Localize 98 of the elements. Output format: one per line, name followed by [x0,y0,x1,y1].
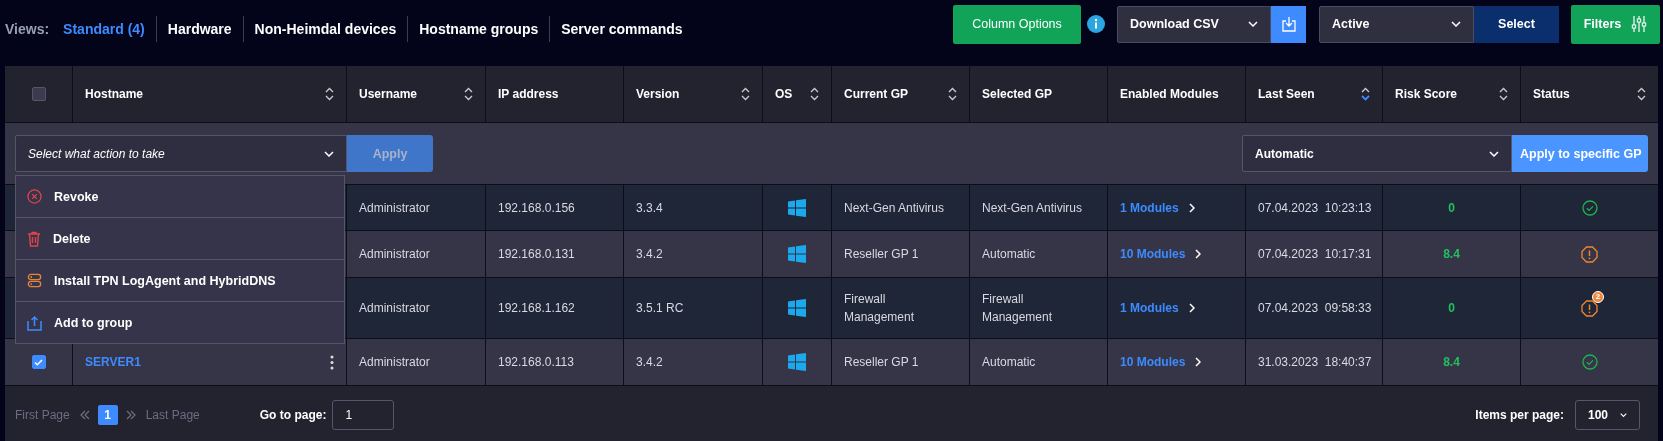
view-tab[interactable]: Server commands [549,16,694,42]
info-icon[interactable] [1087,15,1105,33]
double-chevron-left-icon[interactable] [79,409,90,420]
column-header: Selected GP [982,86,1053,103]
download-format-dropdown[interactable]: Download CSV [1117,5,1271,43]
risk-score: 0 [1448,199,1455,217]
windows-icon [788,353,806,371]
menu-item[interactable]: Delete [16,217,344,259]
windows-icon [788,299,806,317]
column-header: Last Seen [1258,86,1315,103]
table-cell-text: Reseller GP 1 [844,246,919,263]
sort-icon[interactable] [1499,87,1508,101]
chevron-right-icon [1195,249,1202,259]
table-cell-text: 31.03.2023 18:40:37 [1258,354,1372,371]
menu-item[interactable]: Add to group [16,301,344,343]
count-badge: 2 [1592,290,1604,303]
download-icon [1280,16,1297,32]
status-dropdown[interactable]: Active [1319,5,1474,43]
windows-icon [788,245,806,263]
table-cell-text: Administrator [359,354,430,371]
sliders-icon [1631,15,1648,33]
table-cell-text: Automatic [982,354,1036,371]
column-header: Version [636,86,680,103]
risk-score: 0 [1448,300,1455,317]
hostname-link[interactable]: SERVER1 [85,353,141,371]
table-cell-text: 07.04.2023 10:17:31 [1258,246,1372,263]
views-label: Views: [5,21,50,37]
table-cell-text: Reseller GP 1 [844,354,919,371]
close-circle-icon [27,189,42,204]
sort-icon[interactable] [948,87,957,101]
table-cell-text: Firewall Management [844,291,916,326]
sort-icon[interactable] [325,87,334,101]
group-policy-select[interactable]: Automatic [1242,135,1512,172]
column-header: Hostname [85,86,143,103]
items-per-page-label: Items per page: [1475,407,1564,422]
view-tab[interactable]: Hardware [155,16,243,42]
view-tab[interactable]: Hostname groups [407,16,550,42]
action-select[interactable]: Select what action to take [15,135,347,172]
download-button[interactable] [1271,5,1306,43]
modules-link[interactable]: 1 Modules [1120,299,1179,317]
table-cell-text: 3.3.4 [636,199,663,217]
modules-link[interactable]: 10 Modules [1120,245,1186,263]
select-button[interactable]: Select [1474,5,1559,43]
column-header: Risk Score [1395,86,1458,103]
table-cell-text: 07.04.2023 10:23:13 [1258,199,1372,217]
upload-icon [27,314,42,331]
table-cell-text: 3.4.2 [636,246,663,263]
table-cell-text: Firewall Management [982,291,1054,326]
chevron-down-icon [1451,21,1461,27]
table-cell-text: 192.168.0.156 [498,199,575,217]
view-tab[interactable]: Standard (4) [63,16,156,42]
windows-icon [788,198,806,217]
more-icon[interactable] [330,354,334,370]
table-cell-text: 192.168.0.113 [498,354,574,371]
table-cell-text: Next-Gen Antivirus [844,199,945,217]
column-header: Current GP [844,86,908,103]
table-cell-text: 3.4.2 [636,354,663,371]
chevron-down-icon [1248,21,1258,27]
row-checkbox[interactable] [31,355,46,369]
server-icon [27,273,42,288]
chevron-down-icon [1620,411,1627,418]
modules-link[interactable]: 10 Modules [1120,353,1186,371]
chevron-down-icon [1489,150,1499,157]
column-header: OS [775,86,793,103]
risk-score: 8.4 [1443,354,1460,371]
items-per-page-select[interactable]: 100 [1575,399,1640,430]
table-cell-text: Administrator [359,199,430,217]
table-cell-text: Automatic [982,246,1036,263]
chevron-right-icon [1188,303,1195,313]
chevron-down-icon [324,150,334,157]
sort-icon[interactable] [741,87,750,101]
table-cell-text: 07.04.2023 09:58:33 [1258,300,1372,317]
trash-icon [27,230,41,247]
table-cell-text: Next-Gen Antivirus [982,199,1083,217]
modules-link[interactable]: 1 Modules [1120,198,1179,217]
go-to-page-label: Go to page: [259,407,327,422]
column-header: IP address [498,86,559,103]
table-cell-text: Administrator [359,300,430,317]
chevron-right-icon [1188,202,1195,213]
chevron-right-icon [1195,357,1202,367]
view-tab[interactable]: Non-Heimdal devices [242,16,408,42]
sort-icon[interactable] [1637,87,1646,101]
sort-icon[interactable] [1361,87,1370,101]
table-cell-text: 192.168.0.131 [498,246,575,263]
table-cell-text: 192.168.1.162 [498,300,575,317]
column-header: Username [359,86,418,103]
select-all-checkbox[interactable] [31,87,46,101]
sort-icon[interactable] [810,87,819,101]
table-cell-text: Administrator [359,246,430,263]
menu-item[interactable]: Revoke [16,176,344,217]
column-header: Status [1533,86,1570,103]
menu-item[interactable]: Install TPN LogAgent and HybridDNS [16,259,344,301]
table-cell-text: 3.5.1 RC [636,300,684,317]
risk-score: 8.4 [1443,246,1460,263]
sort-icon[interactable] [464,87,473,101]
page-input[interactable]: 1 [332,399,395,430]
double-chevron-right-icon[interactable] [125,409,136,420]
column-header: Enabled Modules [1120,86,1219,103]
